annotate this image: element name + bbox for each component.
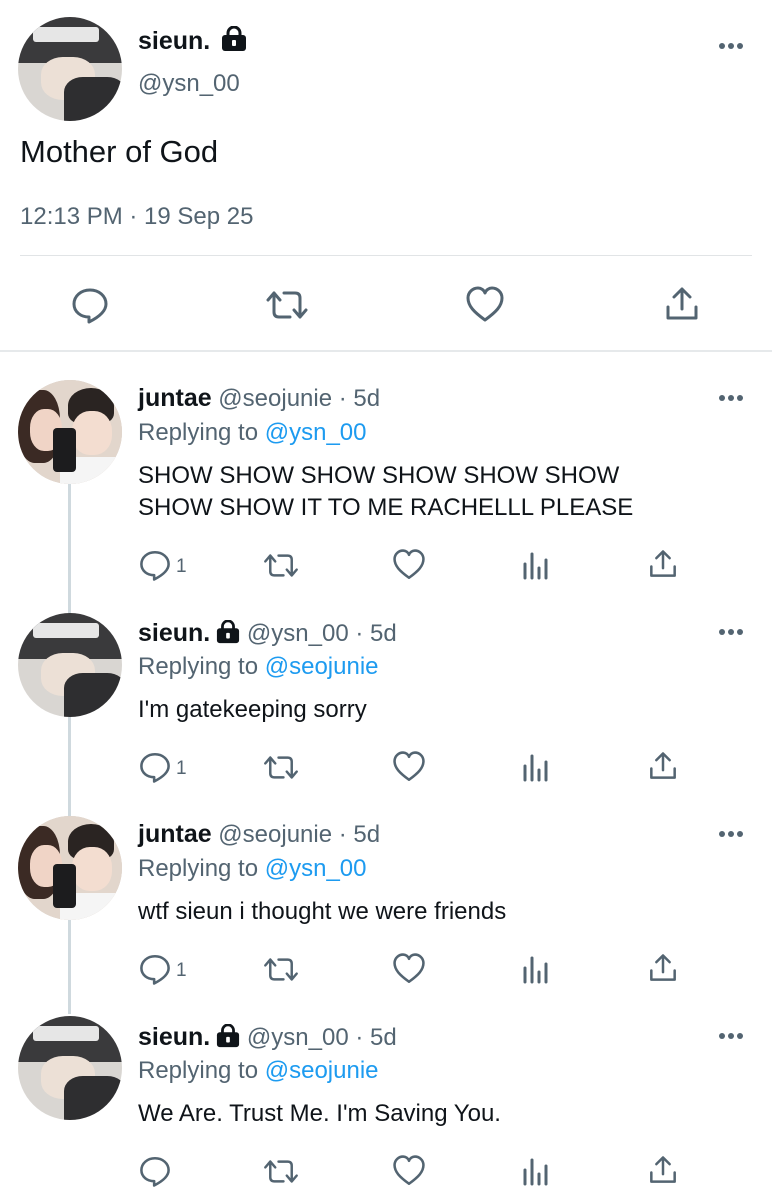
- share-icon[interactable]: [648, 1154, 678, 1186]
- retweet-icon[interactable]: [262, 953, 300, 986]
- share-icon[interactable]: [664, 285, 700, 323]
- author-handle[interactable]: @ysn_00: [247, 1024, 349, 1051]
- analytics-icon[interactable]: [522, 954, 550, 984]
- reply-header: sieun. @ysn_00 · 5d: [138, 1023, 397, 1055]
- lock-icon: [221, 25, 247, 57]
- avatar[interactable]: [18, 1016, 122, 1120]
- replying-to: Replying to @ysn_00: [138, 855, 367, 883]
- reply-icon[interactable]: [138, 548, 172, 582]
- more-icon[interactable]: [718, 830, 744, 838]
- lock-icon: [216, 619, 240, 651]
- avatar[interactable]: [18, 816, 122, 920]
- replying-to-link[interactable]: @seojunie: [265, 1057, 379, 1084]
- reply-time[interactable]: 5d: [353, 385, 380, 412]
- reply-text: wtf sieun i thought we were friends: [138, 898, 507, 925]
- avatar[interactable]: [18, 17, 122, 121]
- reply-header: juntae @seojunie · 5d: [138, 820, 380, 849]
- retweet-icon[interactable]: [262, 751, 300, 784]
- retweet-icon[interactable]: [264, 285, 310, 325]
- replying-to-link[interactable]: @ysn_00: [265, 855, 367, 882]
- replying-to: Replying to @seojunie: [138, 1057, 379, 1085]
- author-name[interactable]: sieun.: [138, 27, 210, 55]
- like-icon[interactable]: [392, 952, 426, 986]
- author-handle[interactable]: @ysn_00: [138, 70, 240, 98]
- avatar[interactable]: [18, 613, 122, 717]
- author-handle[interactable]: @ysn_00: [247, 620, 349, 647]
- author-name[interactable]: sieun.: [138, 619, 210, 647]
- separator-dot: ·: [348, 1024, 371, 1051]
- replying-to-link[interactable]: @seojunie: [265, 653, 379, 680]
- analytics-icon[interactable]: [522, 550, 550, 580]
- author-name-row[interactable]: sieun.: [138, 25, 247, 57]
- separator-dot: ·: [332, 385, 354, 412]
- retweet-icon[interactable]: [262, 549, 300, 582]
- section-separator: [0, 350, 772, 352]
- like-icon[interactable]: [392, 548, 426, 582]
- author-name[interactable]: juntae: [138, 820, 212, 848]
- reply-time[interactable]: 5d: [353, 821, 380, 848]
- author-name[interactable]: juntae: [138, 384, 212, 412]
- replying-to-label: Replying to: [138, 855, 259, 882]
- divider: [20, 255, 752, 256]
- separator-dot: ·: [348, 620, 371, 647]
- reply-time[interactable]: 5d: [370, 1024, 397, 1051]
- replying-to: Replying to @seojunie: [138, 653, 379, 681]
- reply-text: SHOW SHOW SHOW SHOW SHOW SHOW SHOW SHOW …: [138, 462, 634, 521]
- author-handle[interactable]: @seojunie: [218, 821, 332, 848]
- reply-text: I'm gatekeeping sorry: [138, 696, 367, 723]
- share-icon[interactable]: [648, 548, 678, 580]
- tweet-timestamp[interactable]: 12:13 PM · 19 Sep 25: [20, 203, 253, 231]
- like-icon[interactable]: [392, 750, 426, 784]
- author-name[interactable]: sieun.: [138, 1023, 210, 1051]
- replying-to: Replying to @ysn_00: [138, 419, 367, 447]
- replying-to-label: Replying to: [138, 653, 259, 680]
- reply-time[interactable]: 5d: [370, 620, 397, 647]
- more-icon[interactable]: [718, 1032, 744, 1040]
- more-icon[interactable]: [718, 628, 744, 636]
- replying-to-link[interactable]: @ysn_00: [265, 419, 367, 446]
- analytics-icon[interactable]: [522, 752, 550, 782]
- tweet-text: Mother of God: [20, 134, 219, 169]
- author-handle[interactable]: @seojunie: [218, 385, 332, 412]
- reply-icon[interactable]: [138, 952, 172, 986]
- analytics-icon[interactable]: [522, 1156, 550, 1186]
- reply-icon[interactable]: [70, 285, 110, 325]
- reply-text: We Are. Trust Me. I'm Saving You.: [138, 1100, 501, 1127]
- replying-to-label: Replying to: [138, 419, 259, 446]
- replying-to-label: Replying to: [138, 1057, 259, 1084]
- share-icon[interactable]: [648, 952, 678, 984]
- share-icon[interactable]: [648, 750, 678, 782]
- like-icon[interactable]: [392, 1154, 426, 1188]
- reply-icon[interactable]: [138, 1154, 172, 1188]
- more-icon[interactable]: [718, 42, 744, 50]
- reply-count: 1: [176, 556, 187, 577]
- lock-icon: [216, 1023, 240, 1055]
- avatar[interactable]: [18, 380, 122, 484]
- more-icon[interactable]: [718, 394, 744, 402]
- reply-header: juntae @seojunie · 5d: [138, 384, 380, 413]
- retweet-icon[interactable]: [262, 1155, 300, 1188]
- reply-count: 1: [176, 960, 187, 981]
- reply-icon[interactable]: [138, 750, 172, 784]
- thread-line: [68, 484, 71, 1014]
- like-icon[interactable]: [465, 285, 505, 325]
- reply-header: sieun. @ysn_00 · 5d: [138, 619, 397, 651]
- reply-count: 1: [176, 758, 187, 779]
- separator-dot: ·: [332, 821, 354, 848]
